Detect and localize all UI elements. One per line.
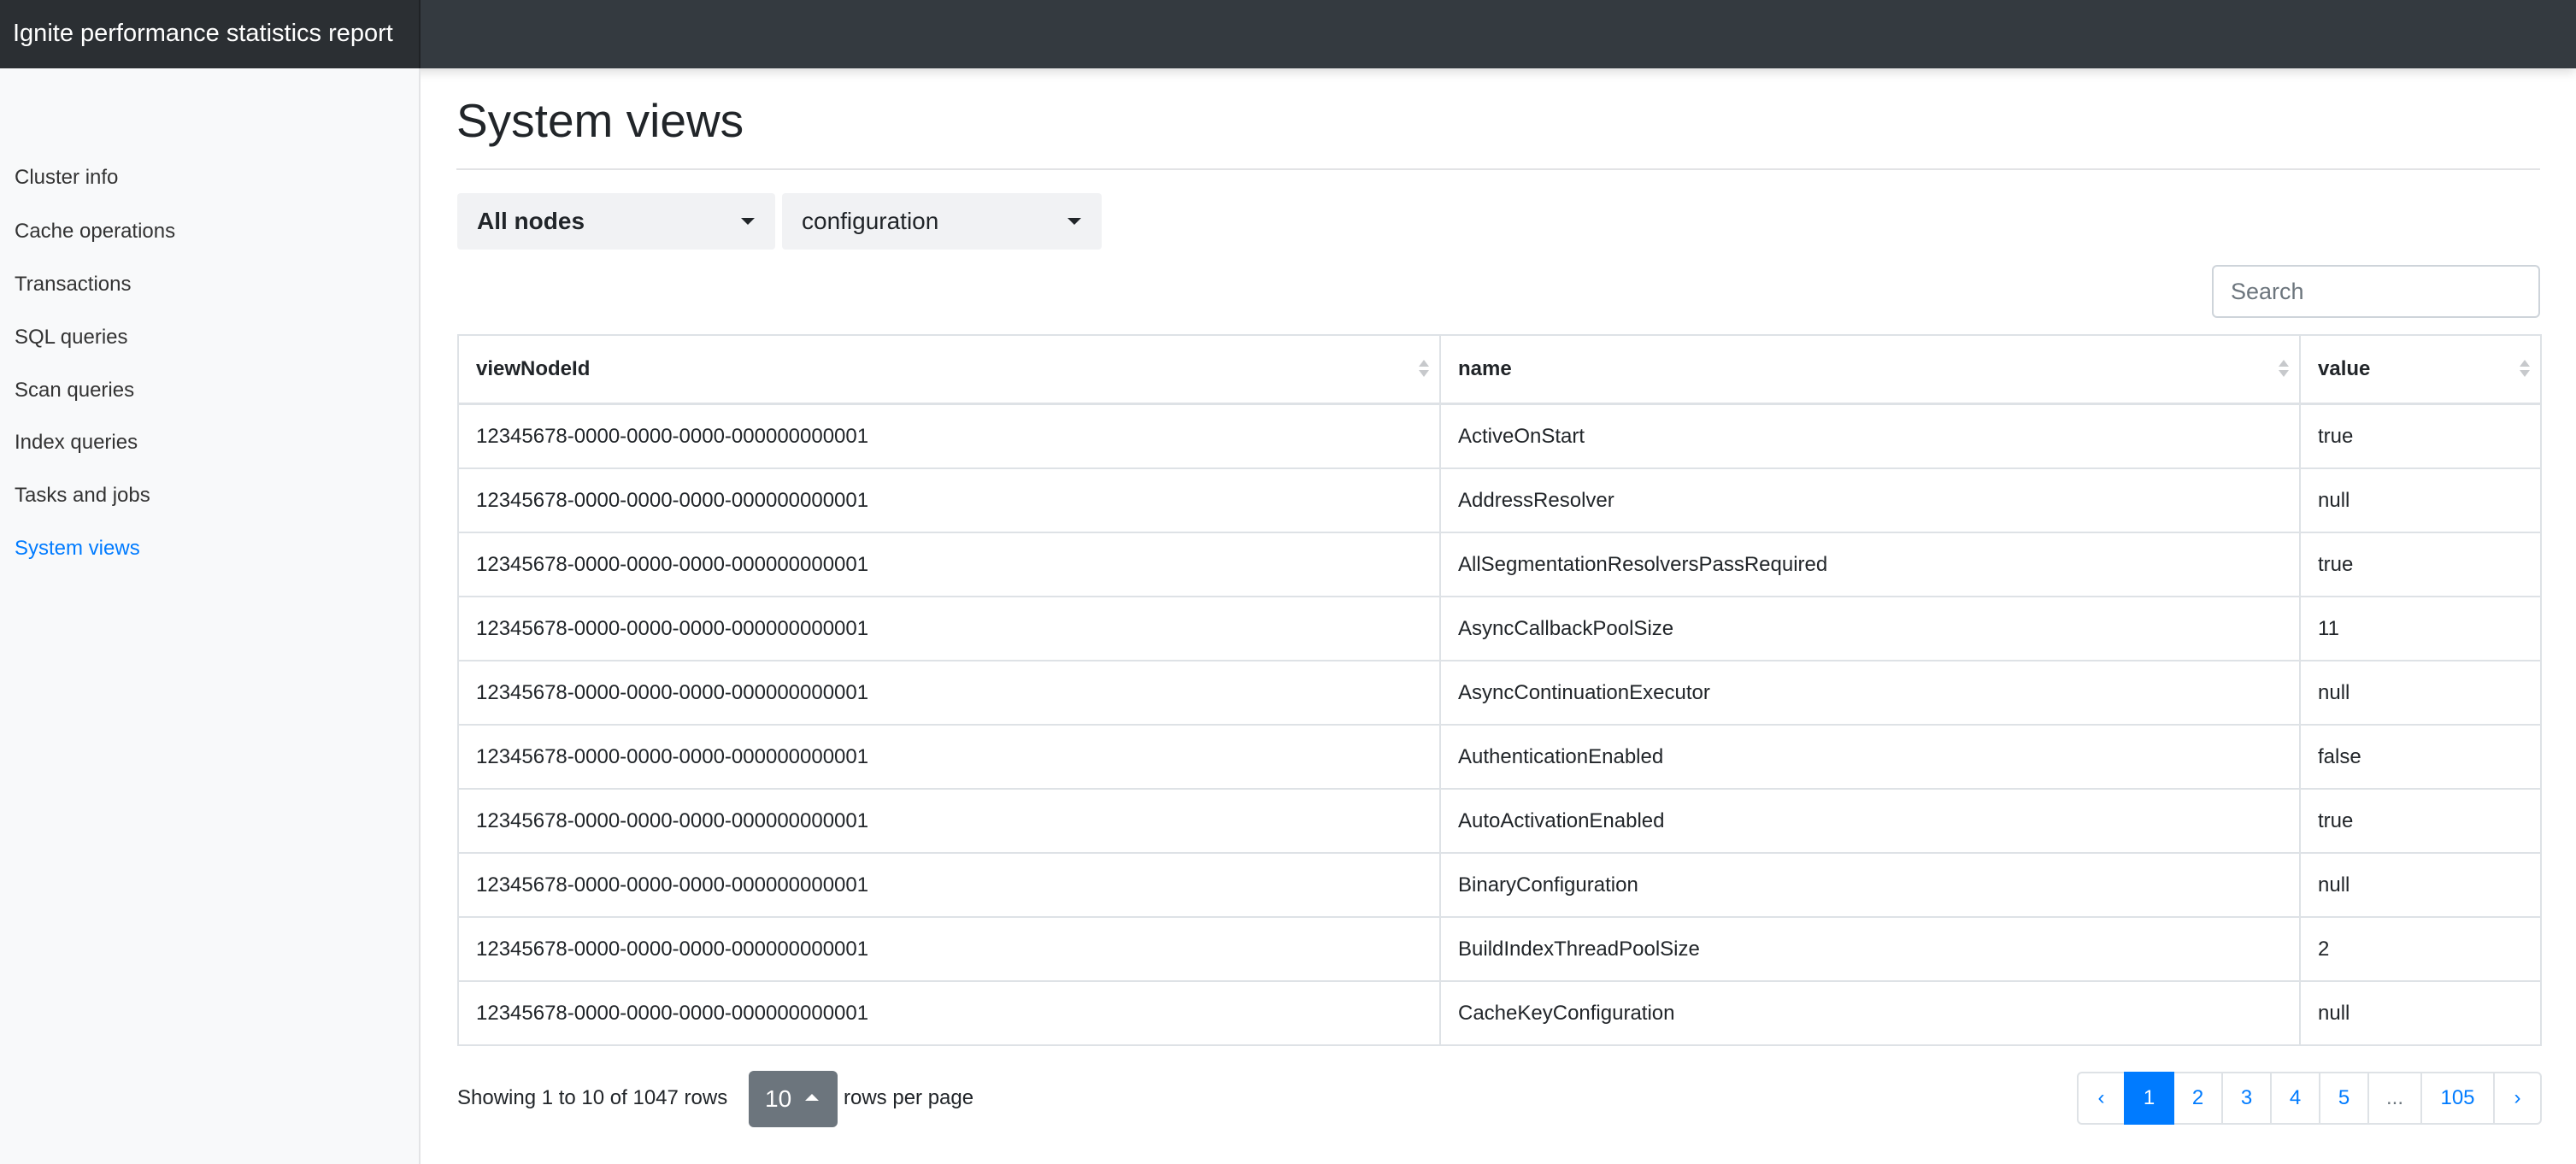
chevron-down-icon (1067, 218, 1081, 225)
chevron-down-icon (741, 218, 755, 225)
sort-icon (2520, 357, 2530, 383)
page-button-5[interactable]: 5 (2319, 1072, 2369, 1125)
cell-value: null (2299, 660, 2542, 726)
page-button-105[interactable]: 105 (2420, 1072, 2495, 1125)
page-size-button[interactable]: 10 (749, 1071, 838, 1127)
sidebar-item-tasks-and-jobs[interactable]: Tasks and jobs (15, 483, 150, 509)
pagination-info: Showing 1 to 10 of 1047 rows (457, 1086, 728, 1109)
page-button-2[interactable]: 2 (2173, 1072, 2223, 1125)
page-ellipsis: ... (2367, 1072, 2422, 1125)
cell-view-node-id: 12345678-0000-0000-0000-000000000001 (457, 403, 1441, 469)
view-select[interactable]: configuration (782, 193, 1102, 250)
cell-name: BuildIndexThreadPoolSize (1439, 916, 2301, 982)
top-navbar: Ignite performance statistics report (0, 0, 2576, 68)
sidebar-item-sql-queries[interactable]: SQL queries (15, 325, 128, 350)
cell-name: AsyncContinuationExecutor (1439, 660, 2301, 726)
title-divider (456, 168, 2540, 170)
sidebar-item-index-queries[interactable]: Index queries (15, 430, 138, 456)
cell-value: null (2299, 467, 2542, 533)
cell-name: AutoActivationEnabled (1439, 788, 2301, 854)
table-row: 12345678-0000-0000-0000-000000000001 All… (457, 532, 2542, 597)
sidebar: Cluster info Cache operations Transactio… (0, 68, 421, 1164)
table-row: 12345678-0000-0000-0000-000000000001 Asy… (457, 596, 2542, 661)
caret-up-icon (805, 1094, 819, 1101)
cell-view-node-id: 12345678-0000-0000-0000-000000000001 (457, 788, 1441, 854)
cell-view-node-id: 12345678-0000-0000-0000-000000000001 (457, 980, 1441, 1046)
cell-name: AddressResolver (1439, 467, 2301, 533)
column-header-label: value (2318, 357, 2371, 380)
page-button-4[interactable]: 4 (2270, 1072, 2320, 1125)
app-title[interactable]: Ignite performance statistics report (0, 0, 421, 68)
table-row: 12345678-0000-0000-0000-000000000001 Bui… (457, 916, 2542, 982)
pagination: ‹ 1 2 3 4 5 ... 105 › (2077, 1072, 2542, 1125)
page-size-value: 10 (765, 1085, 792, 1112)
cell-name: AllSegmentationResolversPassRequired (1439, 532, 2301, 597)
column-header-viewnodeid[interactable]: viewNodeId (457, 334, 1441, 405)
column-header-value[interactable]: value (2299, 334, 2542, 405)
rows-per-page-label: rows per page (844, 1086, 974, 1109)
sort-icon (1419, 357, 1429, 383)
column-header-label: viewNodeId (476, 357, 591, 380)
cell-view-node-id: 12345678-0000-0000-0000-000000000001 (457, 596, 1441, 661)
cell-value: true (2299, 532, 2542, 597)
cell-view-node-id: 12345678-0000-0000-0000-000000000001 (457, 660, 1441, 726)
cell-value: true (2299, 403, 2542, 469)
cell-value: 2 (2299, 916, 2542, 982)
page-button-1[interactable]: 1 (2124, 1072, 2174, 1125)
search-input[interactable] (2212, 265, 2540, 318)
table-row: 12345678-0000-0000-0000-000000000001 Aut… (457, 724, 2542, 790)
page-title: System views (456, 94, 744, 147)
cell-value: false (2299, 724, 2542, 790)
cell-value: 11 (2299, 596, 2542, 661)
cell-name: BinaryConfiguration (1439, 852, 2301, 918)
sidebar-item-cluster-info[interactable]: Cluster info (15, 165, 118, 191)
table-header-row: viewNodeId name value (457, 334, 2542, 405)
sidebar-item-transactions[interactable]: Transactions (15, 272, 132, 297)
cell-view-node-id: 12345678-0000-0000-0000-000000000001 (457, 852, 1441, 918)
sidebar-item-scan-queries[interactable]: Scan queries (15, 378, 134, 403)
cell-name: CacheKeyConfiguration (1439, 980, 2301, 1046)
cell-view-node-id: 12345678-0000-0000-0000-000000000001 (457, 467, 1441, 533)
cell-view-node-id: 12345678-0000-0000-0000-000000000001 (457, 724, 1441, 790)
cell-name: ActiveOnStart (1439, 403, 2301, 469)
table-row: 12345678-0000-0000-0000-000000000001 Act… (457, 403, 2542, 469)
table-row: 12345678-0000-0000-0000-000000000001 Asy… (457, 660, 2542, 726)
page-prev-button[interactable]: ‹ (2077, 1072, 2126, 1125)
sidebar-item-system-views[interactable]: System views (15, 536, 140, 561)
sidebar-item-cache-operations[interactable]: Cache operations (15, 219, 175, 244)
cell-view-node-id: 12345678-0000-0000-0000-000000000001 (457, 532, 1441, 597)
table-row: 12345678-0000-0000-0000-000000000001 Aut… (457, 788, 2542, 854)
view-select-value: configuration (802, 208, 939, 234)
cell-name: AsyncCallbackPoolSize (1439, 596, 2301, 661)
cell-value: true (2299, 788, 2542, 854)
sort-icon (2279, 357, 2289, 383)
page-next-button[interactable]: › (2493, 1072, 2542, 1125)
table-row: 12345678-0000-0000-0000-000000000001 Add… (457, 467, 2542, 533)
cell-name: AuthenticationEnabled (1439, 724, 2301, 790)
table-row: 12345678-0000-0000-0000-000000000001 Cac… (457, 980, 2542, 1046)
column-header-label: name (1458, 357, 1512, 380)
page-button-3[interactable]: 3 (2221, 1072, 2272, 1125)
system-view-table: viewNodeId name value 12345678-0000-0000… (457, 334, 2542, 1046)
cell-value: null (2299, 852, 2542, 918)
column-header-name[interactable]: name (1439, 334, 2301, 405)
cell-value: null (2299, 980, 2542, 1046)
table-row: 12345678-0000-0000-0000-000000000001 Bin… (457, 852, 2542, 918)
cell-view-node-id: 12345678-0000-0000-0000-000000000001 (457, 916, 1441, 982)
node-select-value: All nodes (477, 208, 585, 234)
node-select[interactable]: All nodes (457, 193, 775, 250)
